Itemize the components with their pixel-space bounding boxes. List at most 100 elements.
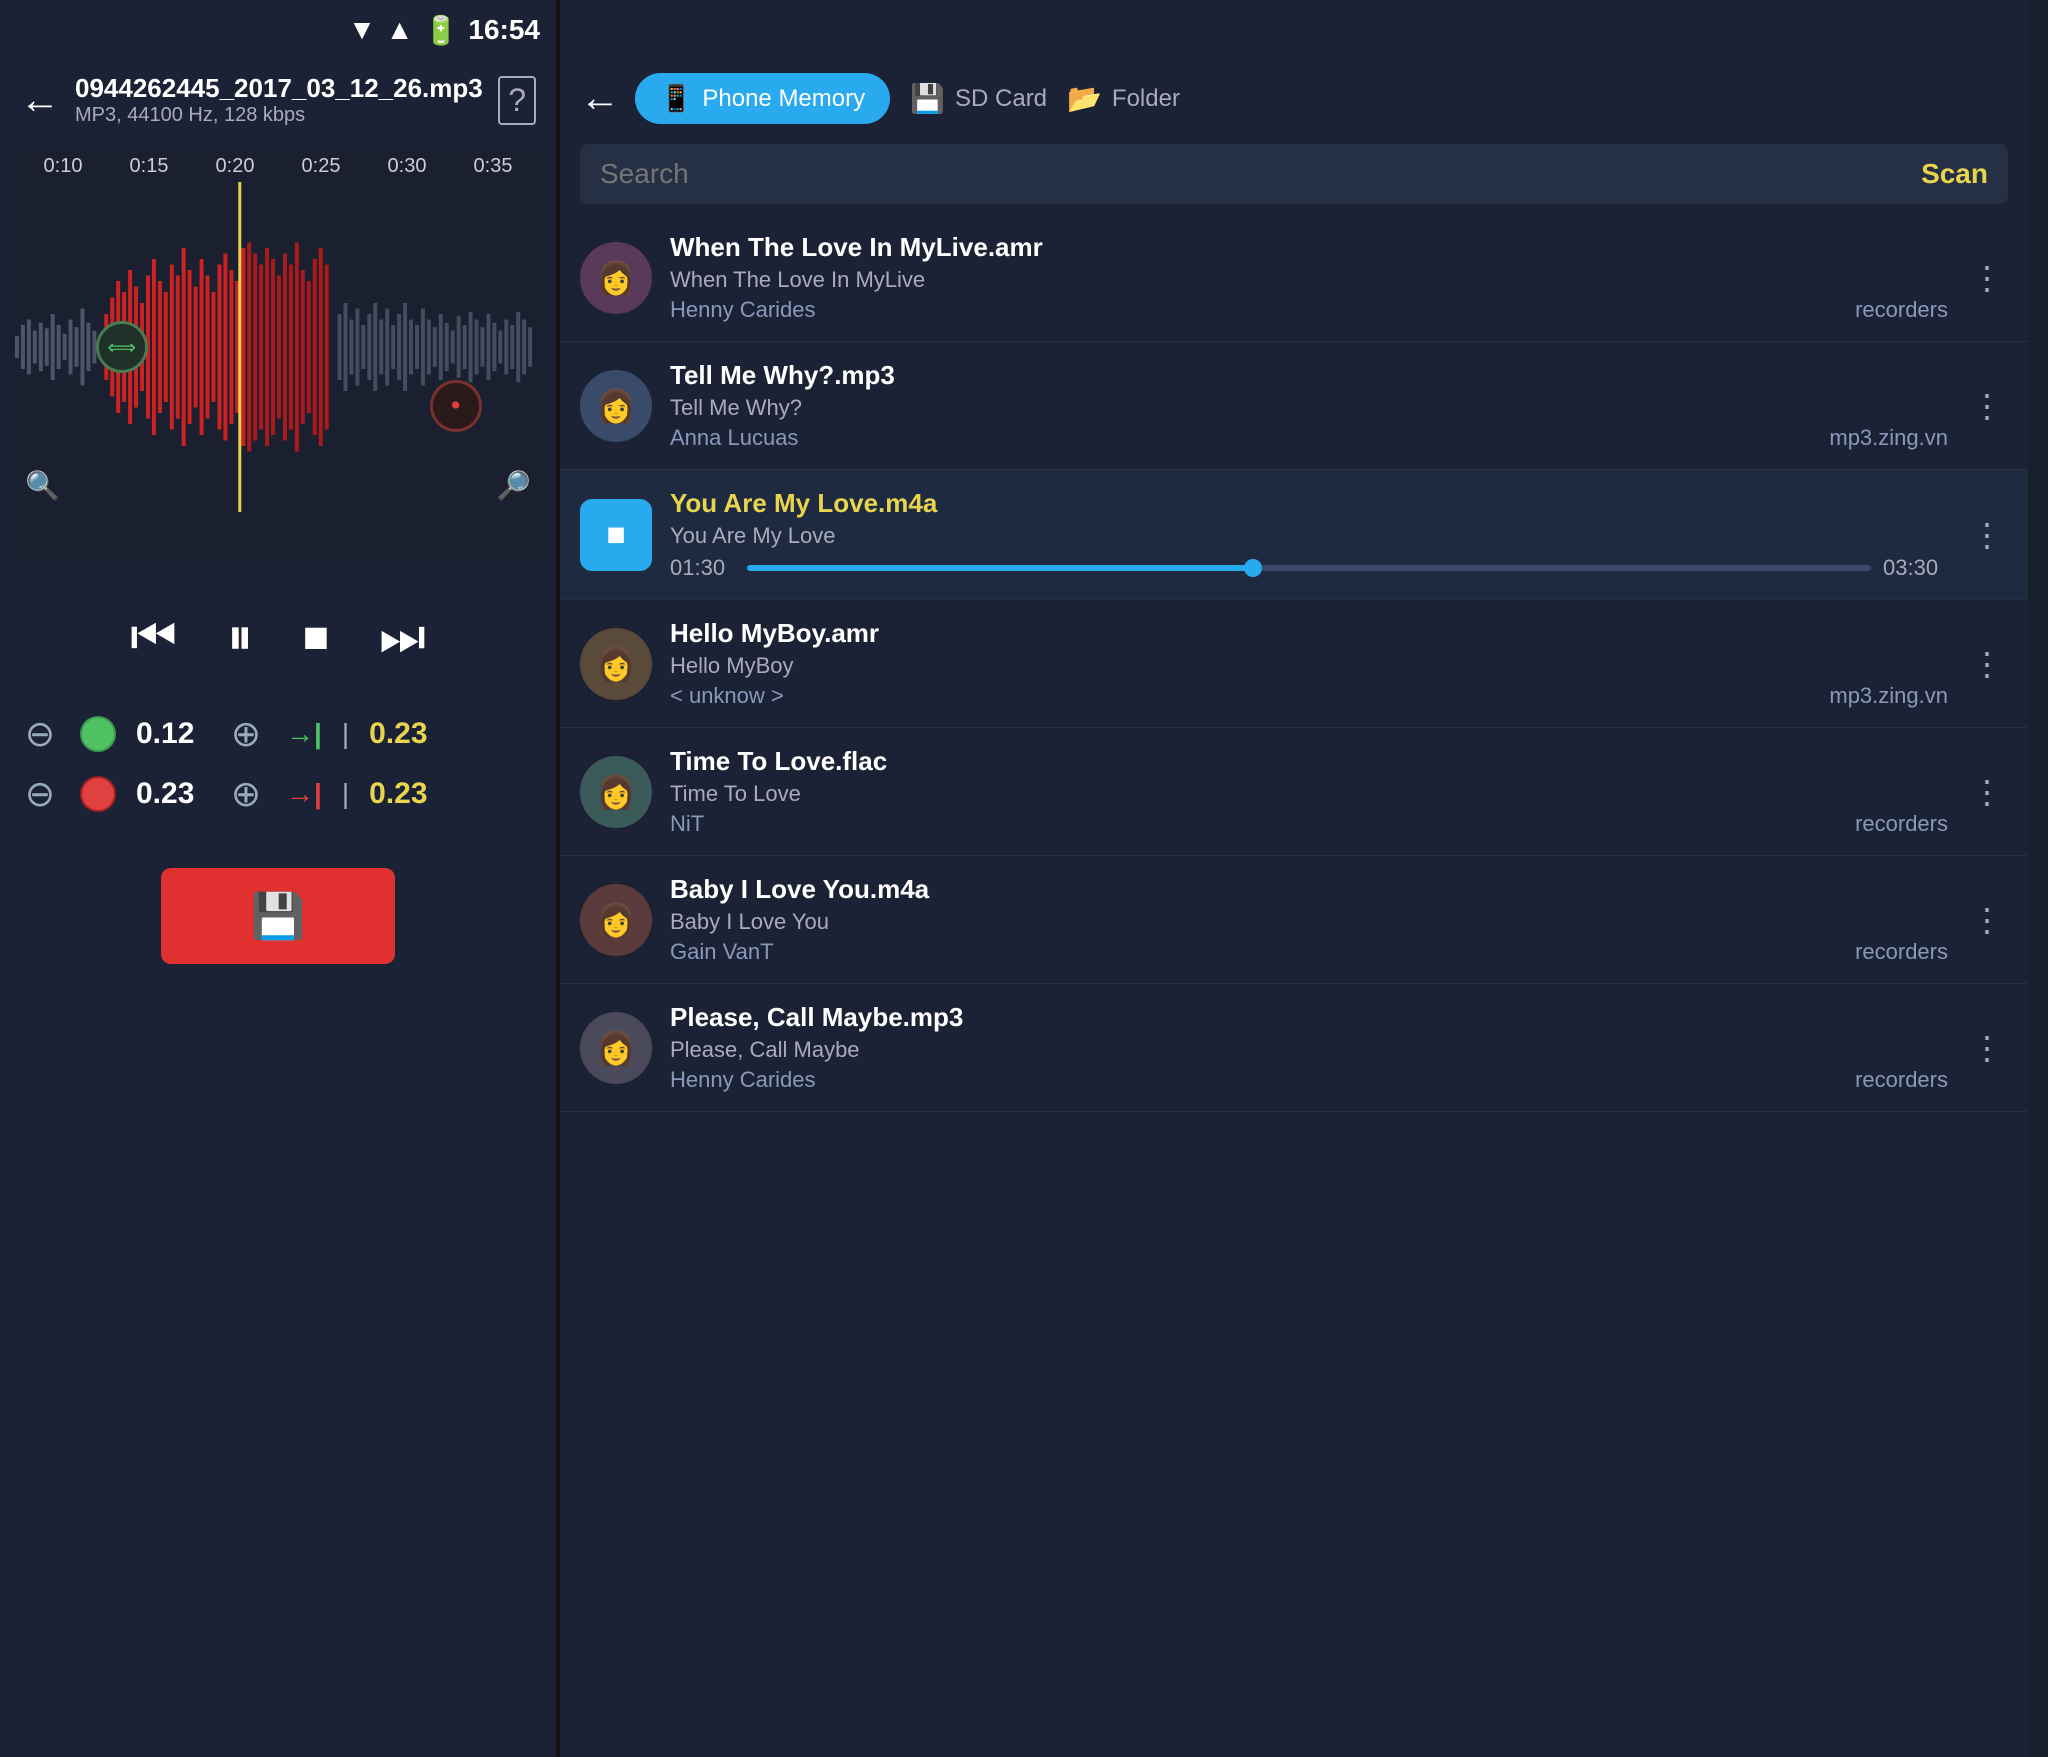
song-artist: Henny Carides [670, 1067, 816, 1093]
song-more-button[interactable]: ⋮ [1966, 640, 2008, 688]
zoom-in-button[interactable]: 🔎 [496, 469, 531, 502]
trim2-minus-button[interactable]: ⊖ [20, 773, 60, 815]
phone-icon: 📱 [660, 83, 692, 114]
status-bar-right: ▼ ▲ 🔋 16:54 [1140, 0, 2048, 60]
song-info: Time To Love.flac Time To Love NiT recor… [670, 746, 1948, 837]
song-more-button[interactable]: ⋮ [1966, 768, 2008, 816]
song-avatar: 👩 [580, 884, 652, 956]
save-button[interactable]: 💾 [161, 868, 396, 964]
tab-sd-label: SD Card [955, 85, 1047, 113]
song-source: mp3.zing.vn [1829, 425, 1948, 451]
song-item[interactable]: 👩 Hello MyBoy.amr Hello MyBoy < unknow >… [560, 600, 2028, 728]
right-panel: ▼ ▲ 🔋 16:54 ← 📱 Phone Memory 💾 SD Card 📂… [560, 0, 2028, 1757]
network-icon: ▲ [386, 14, 414, 46]
fast-forward-button[interactable]: ⏭ [379, 607, 426, 668]
back-button[interactable]: ← [20, 78, 60, 123]
right-back-button[interactable]: ← [580, 76, 620, 121]
search-input[interactable] [600, 158, 1911, 190]
stop-icon: ■ [606, 516, 625, 553]
song-avatar: 👩 [580, 370, 652, 442]
trim2-plus-button[interactable]: ⊕ [226, 773, 266, 815]
song-title: Tell Me Why?.mp3 [670, 360, 1948, 391]
song-more-button[interactable]: ⋮ [1966, 511, 2008, 559]
song-more-button[interactable]: ⋮ [1966, 1024, 2008, 1072]
song-meta-row: < unknow > mp3.zing.vn [670, 683, 1948, 709]
progress-current-time: 01:30 [670, 555, 735, 581]
song-info: You Are My Love.m4a You Are My Love 01:3… [670, 488, 1948, 581]
timeline-mark: 0:35 [474, 155, 513, 178]
song-subtitle: You Are My Love [670, 523, 1948, 549]
song-subtitle: When The Love In MyLive [670, 267, 1948, 293]
song-meta-row: Anna Lucuas mp3.zing.vn [670, 425, 1948, 451]
song-title: Baby I Love You.m4a [670, 874, 1948, 905]
song-list: 👩 When The Love In MyLive.amr When The L… [560, 214, 2028, 1757]
song-source: recorders [1855, 1067, 1948, 1093]
song-more-button[interactable]: ⋮ [1966, 382, 2008, 430]
song-item[interactable]: 👩 Baby I Love You.m4a Baby I Love You Ga… [560, 856, 2028, 984]
right-header: ← 📱 Phone Memory 💾 SD Card 📂 Folder [560, 55, 2028, 134]
red-trim-handle[interactable]: ⏺ [430, 380, 482, 432]
trim2-value: 0.23 [136, 777, 206, 811]
progress-fill [747, 565, 1253, 571]
song-subtitle: Tell Me Why? [670, 395, 1948, 421]
red-handle-icon: ⏺ [452, 397, 460, 415]
scan-button[interactable]: Scan [1921, 158, 1988, 190]
help-button[interactable]: ? [498, 76, 536, 125]
song-title: Please, Call Maybe.mp3 [670, 1002, 1948, 1033]
trim2-red-dot [80, 776, 116, 812]
left-header: ← 0944262445_2017_03_12_26.mp3 MP3, 4410… [0, 55, 556, 137]
trim2-arrow: →| [286, 778, 322, 810]
trim1-arrow: →| [286, 718, 322, 750]
song-info: When The Love In MyLive.amr When The Lov… [670, 232, 1948, 323]
tab-phone-label: Phone Memory [702, 85, 865, 113]
trim1-green-dot [80, 716, 116, 752]
song-info: Hello MyBoy.amr Hello MyBoy < unknow > m… [670, 618, 1948, 709]
song-item[interactable]: 👩 When The Love In MyLive.amr When The L… [560, 214, 2028, 342]
song-more-button[interactable]: ⋮ [1966, 896, 2008, 944]
timeline: 0:10 0:15 0:20 0:25 0:30 0:35 [10, 147, 546, 182]
zoom-out-button[interactable]: 🔍 [25, 469, 60, 502]
song-source: recorders [1855, 811, 1948, 837]
trim1-end-value: 0.23 [369, 717, 427, 751]
waveform-container[interactable]: 0:10 0:15 0:20 0:25 0:30 0:35 [10, 147, 546, 567]
song-meta-row: Henny Carides recorders [670, 1067, 1948, 1093]
song-artist: Anna Lucuas [670, 425, 798, 451]
timeline-mark: 0:25 [302, 155, 341, 178]
song-item[interactable]: 👩 Time To Love.flac Time To Love NiT rec… [560, 728, 2028, 856]
song-subtitle: Please, Call Maybe [670, 1037, 1948, 1063]
song-info: Please, Call Maybe.mp3 Please, Call Mayb… [670, 1002, 1948, 1093]
song-item-active[interactable]: ■ You Are My Love.m4a You Are My Love 01… [560, 470, 2028, 600]
song-artist: Gain VanT [670, 939, 774, 965]
file-info: 0944262445_2017_03_12_26.mp3 MP3, 44100 … [75, 73, 483, 127]
song-title: Hello MyBoy.amr [670, 618, 1948, 649]
trim1-plus-button[interactable]: ⊕ [226, 713, 266, 755]
song-source: recorders [1855, 939, 1948, 965]
song-avatar: 👩 [580, 756, 652, 828]
trim1-minus-button[interactable]: ⊖ [20, 713, 60, 755]
song-stop-button[interactable]: ■ [580, 499, 652, 571]
status-bar-left: ▼ ▲ 🔋 16:54 [0, 0, 560, 60]
tab-folder[interactable]: 📂 Folder [1067, 82, 1180, 115]
song-more-button[interactable]: ⋮ [1966, 254, 2008, 302]
timeline-mark: 0:10 [44, 155, 83, 178]
tab-phone-memory[interactable]: 📱 Phone Memory [635, 73, 890, 124]
pause-button[interactable]: ⏸ [227, 607, 253, 668]
rewind-button[interactable]: ⏮ [130, 607, 177, 668]
trim2-end-value: 0.23 [369, 777, 427, 811]
stop-button[interactable]: ⏹ [303, 607, 329, 668]
trim2-bar: | [342, 778, 349, 810]
waveform-svg [10, 182, 546, 512]
signal-icon: ▼ [348, 14, 376, 46]
green-trim-handle[interactable]: ⟺ [96, 321, 148, 373]
song-avatar: 👩 [580, 242, 652, 314]
waveform-canvas: ⟺ ⏺ 🔍 🔎 [10, 182, 546, 512]
timeline-mark: 0:30 [388, 155, 427, 178]
song-avatar: 👩 [580, 1012, 652, 1084]
song-item[interactable]: 👩 Please, Call Maybe.mp3 Please, Call Ma… [560, 984, 2028, 1112]
song-subtitle: Hello MyBoy [670, 653, 1948, 679]
song-source: recorders [1855, 297, 1948, 323]
song-item[interactable]: 👩 Tell Me Why?.mp3 Tell Me Why? Anna Luc… [560, 342, 2028, 470]
tab-sd-card[interactable]: 💾 SD Card [910, 82, 1047, 115]
tab-folder-label: Folder [1112, 85, 1180, 113]
progress-bar[interactable] [747, 565, 1871, 571]
